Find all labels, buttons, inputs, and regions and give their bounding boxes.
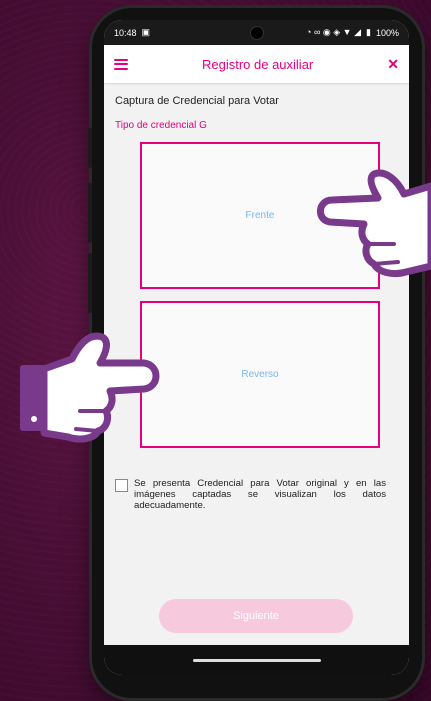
confirm-row: Se presenta Credencial para Votar origin… — [115, 478, 398, 511]
battery-level: 100% — [375, 27, 399, 38]
main-content: Captura de Credencial para Votar Tipo de… — [104, 83, 409, 511]
next-button[interactable]: Siguiente — [159, 599, 353, 633]
confirm-checkbox[interactable] — [115, 479, 128, 492]
phone-side-button — [88, 183, 92, 243]
phone-side-button — [88, 128, 92, 168]
pointing-hand-icon — [317, 169, 431, 278]
credential-type-label: Tipo de credencial G — [115, 120, 207, 131]
close-icon[interactable]: ✕ — [387, 56, 399, 73]
status-time: 10:48 — [114, 27, 137, 38]
navigation-bar — [104, 645, 409, 675]
status-icons: ◔ ∞ ◉ ◈ ▼ ◢ — [306, 27, 362, 37]
pointing-hand-icon — [20, 332, 160, 443]
app-bar: Registro de auxiliar ✕ — [104, 45, 409, 83]
confirm-text: Se presenta Credencial para Votar origin… — [134, 478, 386, 511]
home-indicator[interactable] — [192, 658, 321, 662]
camera-icon — [250, 26, 264, 40]
back-capture-label: Reverso — [241, 369, 279, 380]
section-title: Captura de Credencial para Votar — [115, 95, 279, 107]
menu-icon[interactable] — [114, 58, 128, 70]
status-bar: 10:48 ▣ ◔ ∞ ◉ ◈ ▼ ◢ ▮ 100% — [104, 20, 409, 45]
front-capture-label: Frente — [245, 210, 275, 221]
gallery-notification-icon: ▣ — [141, 27, 151, 37]
back-capture-box[interactable]: Reverso — [140, 301, 380, 448]
battery-icon: ▮ — [366, 27, 371, 37]
page-title: Registro de auxiliar — [201, 56, 314, 72]
phone-side-button — [88, 253, 92, 313]
